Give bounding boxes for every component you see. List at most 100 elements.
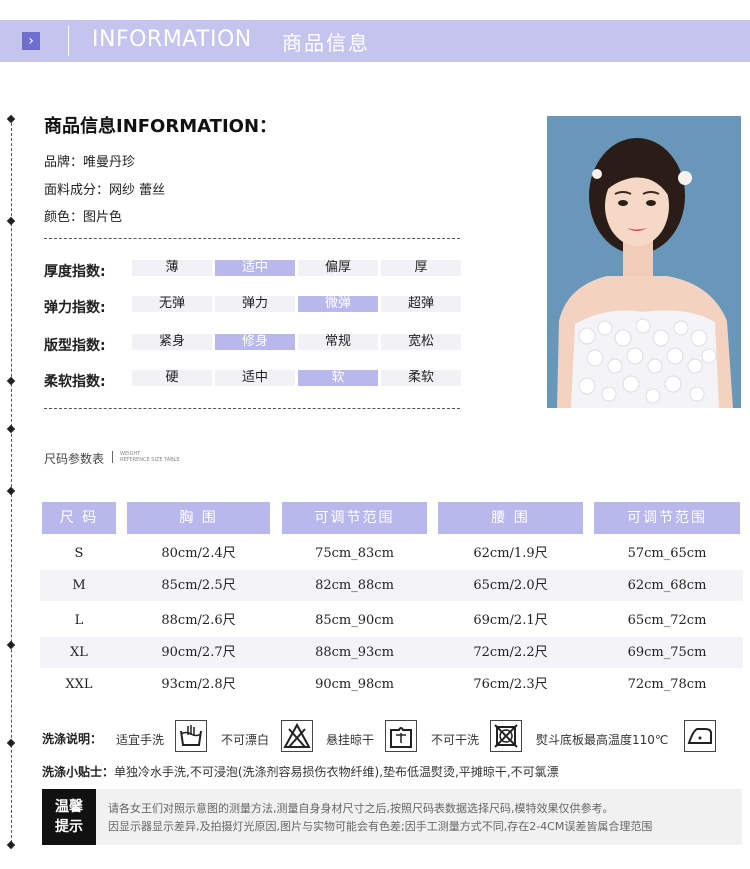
hand-wash-icon [175, 720, 207, 752]
rail-diamond-icon [6, 640, 16, 650]
index-option: 柔软 [381, 370, 461, 386]
notice-badge: 温馨 提示 [42, 789, 96, 845]
rail-diamond-icon [6, 840, 16, 850]
table-cell: 72cm_78cm [627, 677, 707, 692]
table-cell: 90cm/2.7尺 [161, 645, 236, 660]
notice-text: 请各女王们对照示意图的测量方法,测量自身身材尺寸之后,按照尺码表数据选择尺码,模… [108, 802, 614, 815]
rail-diamond-icon [6, 114, 16, 124]
table-cell: M [72, 578, 86, 593]
rail-diamond-icon [6, 486, 16, 496]
rail-diamond-icon [6, 376, 16, 386]
index-option-selected: 软 [298, 370, 378, 386]
wash-item-text: 熨斗底板最高温度110℃ [536, 733, 669, 747]
index-option: 适中 [215, 370, 295, 386]
table-cell: XXL [65, 677, 93, 692]
table-row: L 88cm/2.6尺 85cm_90cm 69cm/2.1尺 65cm_72c… [40, 605, 743, 636]
table-cell: 88cm_93cm [315, 645, 394, 660]
table-header-bust-range: 可调节范围 [282, 502, 427, 534]
no-dry-clean-icon [490, 720, 522, 752]
title-separator [112, 451, 113, 463]
table-cell: 62cm/1.9尺 [473, 546, 548, 561]
dashed-divider [44, 238, 460, 239]
notice-text: 因显示器显示差异,及拍摄灯光原因,图片与实物可能会有色差;因手工测量方式不同,存… [108, 820, 653, 833]
fabric-text: 面料成分：网纱 蕾丝 [44, 183, 166, 198]
table-cell: 85cm/2.5尺 [161, 578, 236, 593]
header-title: INFORMATION [92, 27, 252, 52]
notice-badge-line: 提示 [55, 819, 83, 835]
table-header-size: 尺 码 [42, 502, 116, 534]
table-cell: 75cm_83cm [315, 546, 394, 561]
info-title: 商品信息INFORMATION： [44, 116, 278, 137]
table-row: S 80cm/2.4尺 75cm_83cm 62cm/1.9尺 57cm_65c… [40, 538, 743, 569]
size-table-subtitle-line: REFERENCE SIZE TABLE [120, 457, 180, 463]
index-option: 偏厚 [298, 260, 378, 276]
wash-item-text: 不可漂白 [221, 733, 270, 747]
index-option: 厚 [381, 260, 461, 276]
iron-icon [684, 720, 716, 752]
index-option-selected: 微弹 [298, 296, 378, 312]
index-option: 弹力 [215, 296, 295, 312]
table-cell: 88cm/2.6尺 [161, 613, 236, 628]
hang-dry-icon [385, 720, 417, 752]
index-option-selected: 适中 [215, 260, 295, 276]
chevron-right-icon: › [22, 32, 40, 50]
table-cell: 82cm_88cm [315, 578, 394, 593]
index-option: 常规 [298, 334, 378, 350]
index-option: 超弹 [381, 296, 461, 312]
table-header-waist: 腰 围 [438, 502, 583, 534]
dashed-divider [44, 408, 460, 409]
size-table-title: 尺码参数表 [44, 452, 105, 466]
header-divider [68, 26, 69, 56]
table-cell: 72cm/2.2尺 [473, 645, 548, 660]
washing-tips: 洗涤小贴士：单独冷水手洗,不可浸泡(洗涤剂容易损伤衣物纤维),垫布低温熨烫,平摊… [42, 763, 559, 780]
index-option: 宽松 [381, 334, 461, 350]
table-row: XL 90cm/2.7尺 88cm_93cm 72cm/2.2尺 69cm_75… [40, 637, 743, 668]
wash-item-text: 不可干洗 [431, 733, 480, 747]
table-header-bust: 胸 围 [127, 502, 270, 534]
index-label: 厚度指数: [44, 264, 106, 280]
table-cell: 85cm_90cm [315, 613, 394, 628]
table-cell: 57cm_65cm [627, 546, 707, 561]
wash-item-text: 适宜手洗 [116, 733, 165, 747]
table-cell: 65cm_72cm [627, 613, 707, 628]
rail-diamond-icon [6, 216, 16, 226]
table-cell: 62cm_68cm [627, 578, 707, 593]
rail-diamond-icon [6, 738, 16, 748]
index-label: 弹力指数: [44, 300, 106, 316]
tips-text: 单独冷水手洗,不可浸泡(洗涤剂容易损伤衣物纤维),垫布低温熨烫,平摊晾干,不可氯… [114, 765, 559, 779]
wash-item-text: 悬挂晾干 [326, 733, 375, 747]
rail-diamond-icon [6, 424, 16, 434]
washing-label: 洗涤说明： [42, 732, 103, 746]
index-option: 无弹 [132, 296, 212, 312]
section-header: › INFORMATION 商品信息 [0, 20, 750, 62]
table-cell: 93cm/2.8尺 [161, 677, 236, 692]
table-cell: XL [70, 645, 88, 660]
notice-box: 温馨 提示 请各女王们对照示意图的测量方法,测量自身身材尺寸之后,按照尺码表数据… [42, 789, 742, 845]
size-table-subtitle: WEIGHT REFERENCE SIZE TABLE [120, 451, 180, 463]
table-cell: 69cm/2.1尺 [473, 613, 548, 628]
table-cell: 80cm/2.4尺 [161, 546, 236, 561]
product-photo [547, 116, 741, 408]
table-cell: S [74, 546, 84, 561]
model-image [547, 116, 741, 408]
table-row: M 85cm/2.5尺 82cm_88cm 65cm/2.0尺 62cm_68c… [40, 570, 743, 601]
no-bleach-icon [281, 720, 313, 752]
index-label: 柔软指数: [44, 374, 106, 390]
notice-badge-line: 温馨 [55, 799, 83, 815]
color-text: 颜色：图片色 [44, 210, 123, 225]
index-option: 硬 [132, 370, 212, 386]
table-row: XXL 93cm/2.8尺 90cm_98cm 76cm/2.3尺 72cm_7… [40, 669, 743, 700]
table-cell: 76cm/2.3尺 [473, 677, 548, 692]
table-cell: 65cm/2.0尺 [473, 578, 548, 593]
index-label: 版型指数: [44, 338, 106, 354]
table-cell: 90cm_98cm [315, 677, 394, 692]
table-cell: 69cm_75cm [627, 645, 707, 660]
table-cell: L [74, 613, 84, 628]
tips-label: 洗涤小贴士： [42, 765, 115, 779]
header-subtitle: 商品信息 [282, 31, 370, 55]
brand-text: 品牌：唯曼丹珍 [44, 155, 136, 170]
index-option-selected: 修身 [215, 334, 295, 350]
table-header-waist-range: 可调节范围 [594, 502, 740, 534]
index-option: 薄 [132, 260, 212, 276]
index-option: 紧身 [132, 334, 212, 350]
